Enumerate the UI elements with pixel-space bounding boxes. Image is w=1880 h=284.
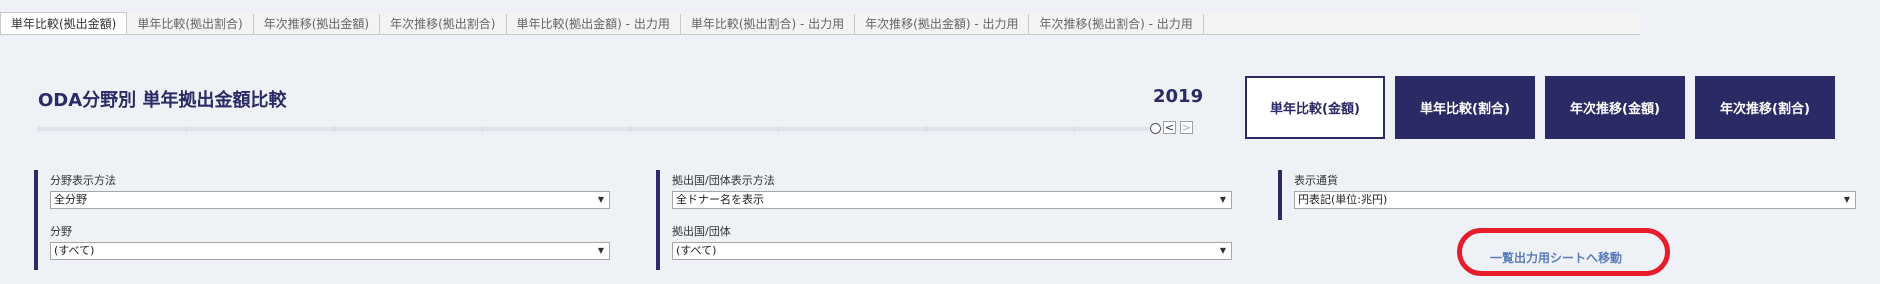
filter-spacer: [50, 209, 610, 221]
year-value: 2019: [1153, 86, 1204, 107]
year-prev-button[interactable]: <: [1163, 121, 1176, 134]
sector-display-select[interactable]: 全分野 ▼: [50, 191, 610, 209]
slider-tick: [778, 126, 779, 132]
donor-label: 拠出国/団体: [672, 225, 731, 238]
slider-tick: [334, 126, 335, 132]
tab-annual-trend-ratio[interactable]: 年次推移(拠出割合): [380, 14, 507, 34]
sector-display-label: 分野表示方法: [50, 174, 116, 187]
chevron-down-icon: ▼: [1843, 195, 1850, 204]
chevron-down-icon: ▼: [1219, 195, 1226, 204]
tab-annual-trend-amount-output[interactable]: 年次推移(拠出金額) - 出力用: [855, 14, 1030, 34]
tab-annual-trend-amount[interactable]: 年次推移(拠出金額): [254, 14, 381, 34]
donor-display-value: 全ドナー名を表示: [676, 193, 764, 206]
sector-display-value: 全分野: [54, 193, 87, 206]
donor-select[interactable]: (すべて) ▼: [672, 242, 1232, 260]
view-single-year-amount-button[interactable]: 単年比較(金額): [1245, 76, 1385, 139]
donor-display-label: 拠出国/団体表示方法: [672, 174, 775, 187]
tab-annual-trend-ratio-output[interactable]: 年次推移(拠出割合) - 出力用: [1029, 14, 1204, 34]
tab-single-year-amount[interactable]: 単年比較(拠出金額): [0, 12, 128, 34]
currency-label: 表示通貨: [1294, 174, 1338, 187]
view-single-year-ratio-button[interactable]: 単年比較(割合): [1395, 76, 1535, 139]
donor-filter-group: 拠出国/団体表示方法 全ドナー名を表示 ▼ 拠出国/団体 (すべて) ▼: [656, 170, 1232, 270]
filter-spacer: [672, 209, 1232, 221]
sector-label: 分野: [50, 225, 72, 238]
year-slider-handle[interactable]: [1150, 123, 1161, 134]
page-title: ODA分野別 単年拠出金額比較: [38, 90, 287, 111]
chevron-down-icon: ▼: [597, 195, 604, 204]
tab-single-year-ratio[interactable]: 単年比較(拠出割合): [127, 14, 254, 34]
donor-value: (すべて): [676, 244, 717, 257]
donor-display-select[interactable]: 全ドナー名を表示 ▼: [672, 191, 1232, 209]
year-slider-ticks: [38, 126, 1150, 132]
sector-select[interactable]: (すべて) ▼: [50, 242, 610, 260]
year-next-button[interactable]: >: [1180, 121, 1193, 134]
tab-single-year-ratio-output[interactable]: 単年比較(拠出割合) - 出力用: [681, 14, 856, 34]
currency-value: 円表記(単位:兆円): [1298, 193, 1388, 206]
chevron-down-icon: ▼: [597, 246, 604, 255]
tab-single-year-amount-output[interactable]: 単年比較(拠出金額) - 出力用: [507, 14, 681, 34]
red-oval-annotation: [1457, 228, 1670, 276]
sheet-tab-strip: 単年比較(拠出金額) 単年比較(拠出割合) 年次推移(拠出金額) 年次推移(拠出…: [0, 12, 1640, 35]
currency-filter-group: 表示通貨 円表記(単位:兆円) ▼: [1278, 170, 1856, 220]
slider-tick: [630, 126, 631, 132]
slider-tick: [926, 126, 927, 132]
view-annual-trend-ratio-button[interactable]: 年次推移(割合): [1695, 76, 1835, 139]
view-annual-trend-amount-button[interactable]: 年次推移(金額): [1545, 76, 1685, 139]
sector-filter-group: 分野表示方法 全分野 ▼ 分野 (すべて) ▼: [34, 170, 610, 270]
sector-value: (すべて): [54, 244, 95, 257]
chevron-down-icon: ▼: [1219, 246, 1226, 255]
currency-select[interactable]: 円表記(単位:兆円) ▼: [1294, 191, 1856, 209]
slider-tick: [482, 126, 483, 132]
slider-tick: [38, 126, 39, 132]
slider-tick: [1074, 126, 1075, 132]
slider-tick: [186, 126, 187, 132]
